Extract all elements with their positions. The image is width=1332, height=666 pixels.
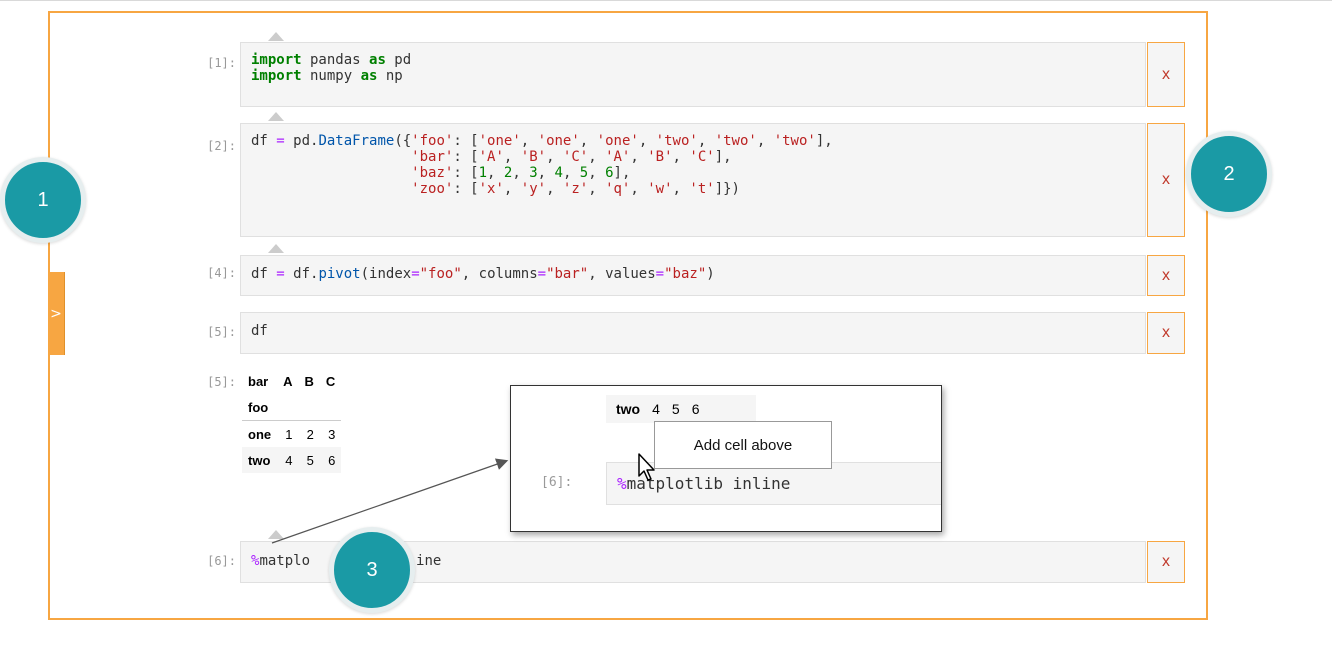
zoom-callout: two 4 5 6 [6]: % matplotlib inline Add ce… — [510, 385, 942, 532]
table-cell: 5 — [671, 401, 680, 417]
cell-prompt: [4]: — [207, 266, 236, 280]
table-cell: 1 — [285, 426, 293, 442]
code-cell[interactable]: df — [240, 312, 1146, 354]
row-index: one — [248, 426, 272, 442]
delete-cell-button[interactable]: x — [1147, 123, 1185, 237]
delete-cell-button[interactable]: x — [1147, 541, 1185, 583]
delete-cell-button[interactable]: x — [1147, 312, 1185, 354]
sidebar-toggle-button[interactable]: > — [48, 272, 65, 355]
add-cell-above-icon[interactable] — [268, 32, 284, 41]
columns-name: bar — [248, 373, 269, 389]
delete-cell-button[interactable]: x — [1147, 42, 1185, 107]
cell-prompt: [1]: — [207, 56, 236, 70]
index-name-row: foo — [242, 394, 341, 421]
zoomed-table-row: two 4 5 6 — [606, 395, 756, 423]
row-index: two — [616, 401, 641, 417]
table-cell: 6 — [328, 452, 336, 468]
top-divider — [0, 0, 1332, 1]
output-prompt: [5]: — [207, 375, 236, 389]
cell-prompt: [5]: — [207, 325, 236, 339]
chevron-right-icon: > — [50, 305, 62, 322]
output-dataframe-table: bar A B C foo one 1 2 3 two 4 5 6 — [242, 368, 342, 473]
code-cell[interactable]: import pandas as pd import numpy as np — [240, 42, 1146, 107]
step-badge-3: 3 — [329, 527, 415, 613]
magic-symbol: % — [617, 474, 627, 493]
cell-code[interactable]: df = pd.DataFrame({'foo': ['one', 'one',… — [251, 133, 833, 197]
table-header-row: bar A B C — [242, 368, 341, 394]
table-cell: 5 — [306, 452, 314, 468]
add-cell-above-icon[interactable] — [268, 244, 284, 253]
index-name: foo — [248, 399, 269, 415]
column-header: A — [283, 373, 293, 389]
cell-code[interactable]: df — [251, 323, 268, 339]
add-cell-above-icon[interactable] — [268, 112, 284, 121]
code-cell[interactable]: df = df.pivot(index="foo", columns="bar"… — [240, 255, 1146, 296]
table-cell: 2 — [306, 426, 314, 442]
step-badge-2: 2 — [1186, 131, 1272, 217]
add-cell-above-tooltip: Add cell above — [654, 421, 832, 469]
table-cell: 3 — [328, 426, 336, 442]
row-index: two — [248, 452, 271, 468]
table-cell: 6 — [691, 401, 700, 417]
cell-code[interactable]: df = df.pivot(index="foo", columns="bar"… — [251, 266, 715, 282]
add-cell-above-icon[interactable] — [268, 530, 284, 539]
cell-prompt: [6]: — [541, 475, 573, 490]
table-cell: 4 — [652, 401, 660, 417]
table-row: two 4 5 6 — [242, 447, 342, 473]
cell-prompt: [6]: — [207, 554, 236, 568]
step-badge-1: 1 — [0, 157, 86, 243]
cell-code[interactable]: import pandas as pd import numpy as np — [251, 52, 411, 84]
column-header: C — [325, 373, 336, 389]
cell-prompt: [2]: — [207, 139, 236, 153]
delete-cell-button[interactable]: x — [1147, 255, 1185, 296]
code-cell[interactable]: df = pd.DataFrame({'foo': ['one', 'one',… — [240, 123, 1146, 237]
column-header: B — [304, 373, 314, 389]
table-row: one 1 2 3 — [242, 421, 341, 448]
table-cell: 4 — [285, 452, 293, 468]
mouse-pointer-icon — [638, 453, 655, 481]
